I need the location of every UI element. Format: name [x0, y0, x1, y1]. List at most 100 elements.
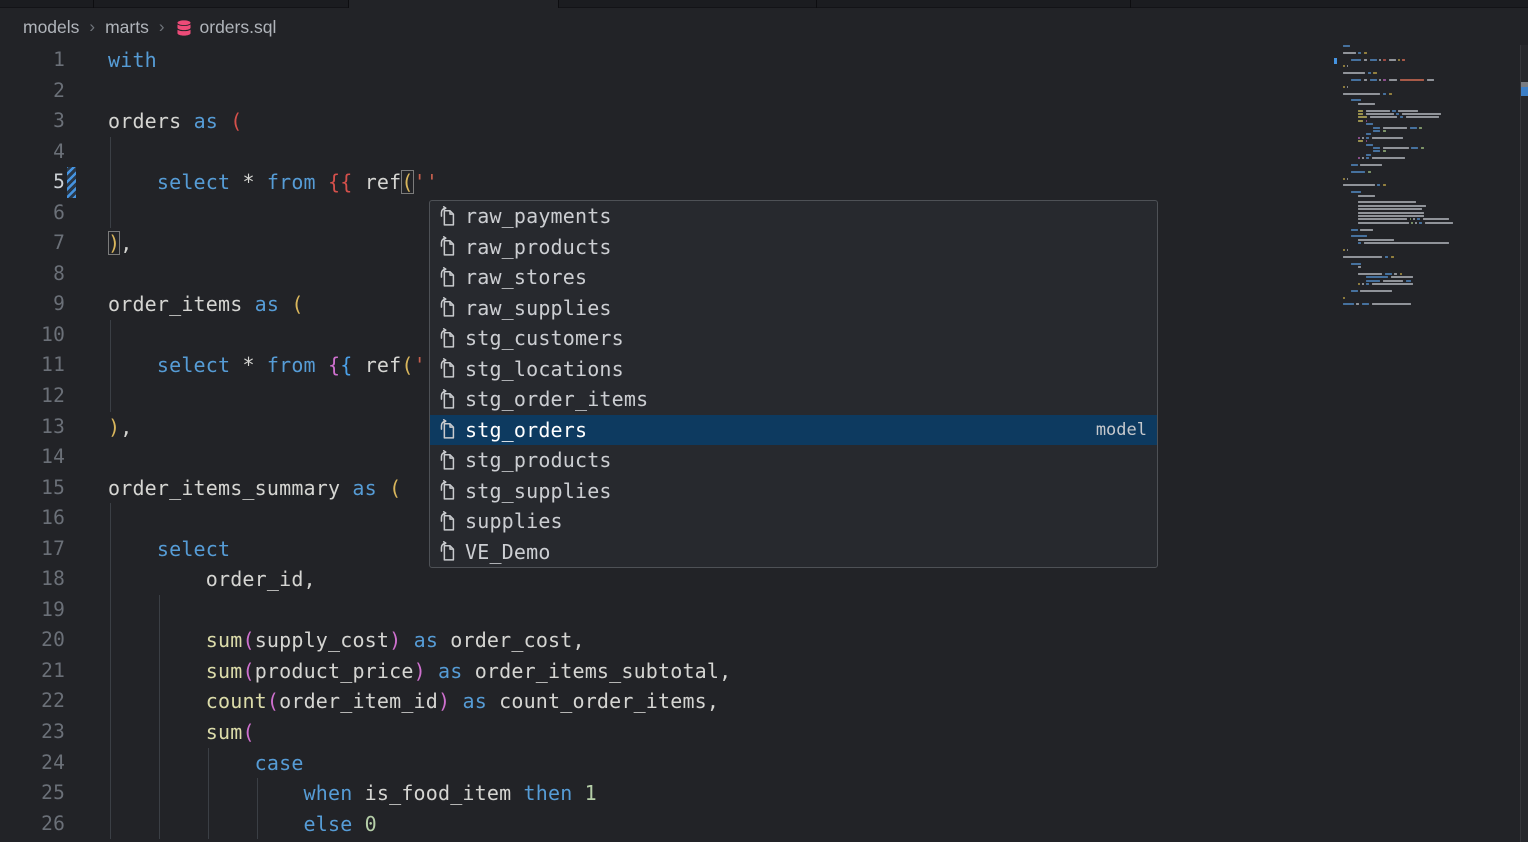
code-text[interactable]: when is_food_item then 1 [76, 778, 597, 809]
code-text[interactable] [76, 595, 108, 626]
minimap-stripe [1425, 222, 1453, 224]
breadcrumb-item-orders-sql[interactable]: orders.sql [200, 17, 277, 38]
code-text[interactable]: select * from {{ ref(' [76, 350, 426, 381]
line-number[interactable]: 11 [0, 350, 65, 381]
code-line-2[interactable]: 2 [0, 76, 1528, 107]
code-text[interactable] [76, 259, 108, 290]
model-ref-icon [437, 540, 459, 563]
suggest-item-raw_supplies[interactable]: raw_supplies [430, 293, 1157, 324]
code-text[interactable]: select * from {{ ref('' [76, 167, 438, 198]
code-line-3[interactable]: 3 orders as ( [0, 106, 1528, 137]
line-number[interactable]: 4 [0, 137, 65, 168]
line-number[interactable]: 20 [0, 625, 65, 656]
line-number[interactable]: 24 [0, 748, 65, 779]
code-text[interactable] [76, 137, 108, 168]
code-token: sum [206, 720, 243, 744]
line-number[interactable]: 25 [0, 778, 65, 809]
suggest-item-stg_products[interactable]: stg_products [430, 445, 1157, 476]
suggest-widget[interactable]: raw_payments raw_products raw_stores raw… [429, 200, 1158, 568]
tab-bar[interactable] [0, 0, 1528, 8]
minimap[interactable] [1330, 40, 1516, 320]
line-number[interactable]: 6 [0, 198, 65, 229]
suggest-item-stg_locations[interactable]: stg_locations [430, 354, 1157, 385]
line-number[interactable]: 9 [0, 289, 65, 320]
code-text[interactable]: order_items_summary as ( [76, 473, 401, 504]
line-number[interactable]: 2 [0, 76, 65, 107]
minimap-stripe [1368, 72, 1371, 74]
indent-guide [159, 595, 160, 626]
code-text[interactable]: order_items as ( [76, 289, 304, 320]
line-number[interactable]: 17 [0, 534, 65, 565]
code-token: as [462, 689, 486, 713]
scrollbar-track[interactable] [1521, 45, 1528, 842]
suggest-item-stg_customers[interactable]: stg_customers [430, 323, 1157, 354]
line-number[interactable]: 16 [0, 503, 65, 534]
code-line-22[interactable]: 22 count(order_item_id) as count_order_i… [0, 686, 1528, 717]
suggest-item-raw_products[interactable]: raw_products [430, 232, 1157, 263]
line-number[interactable]: 26 [0, 809, 65, 840]
suggest-item-VE_Demo[interactable]: VE_Demo [430, 537, 1157, 568]
code-line-24[interactable]: 24 case [0, 748, 1528, 779]
suggest-item-raw_stores[interactable]: raw_stores [430, 262, 1157, 293]
suggest-item-stg_orders[interactable]: stg_ordersmodel [430, 415, 1157, 446]
code-text[interactable]: select [76, 534, 230, 565]
line-number[interactable]: 22 [0, 686, 65, 717]
code-text[interactable]: orders as ( [76, 106, 242, 137]
gutter-spacer [67, 656, 76, 687]
code-text[interactable]: count(order_item_id) as count_order_item… [76, 686, 719, 717]
code-token: product_price [255, 659, 414, 683]
line-number[interactable]: 19 [0, 595, 65, 626]
code-text[interactable]: ), [76, 412, 132, 443]
line-number[interactable]: 7 [0, 228, 65, 259]
suggest-item-raw_payments[interactable]: raw_payments [430, 201, 1157, 232]
code-line-21[interactable]: 21 sum(product_price) as order_items_sub… [0, 656, 1528, 687]
code-token: * [230, 170, 267, 194]
overview-ruler-modified-mark [1521, 87, 1528, 96]
line-number[interactable]: 18 [0, 564, 65, 595]
line-number[interactable]: 15 [0, 473, 65, 504]
line-number[interactable]: 5 [0, 167, 65, 198]
code-text[interactable]: order_id, [76, 564, 316, 595]
suggest-item-stg_order_items[interactable]: stg_order_items [430, 384, 1157, 415]
code-text[interactable]: sum(product_price) as order_items_subtot… [76, 656, 731, 687]
line-number[interactable]: 23 [0, 717, 65, 748]
code-token: count_order_items, [487, 689, 719, 713]
code-text[interactable] [76, 381, 108, 412]
code-line-18[interactable]: 18 order_id, [0, 564, 1528, 595]
minimap-stripe [1358, 283, 1360, 285]
code-line-25[interactable]: 25 when is_food_item then 1 [0, 778, 1528, 809]
code-text[interactable]: ), [76, 228, 132, 259]
code-text[interactable] [76, 76, 108, 107]
line-number[interactable]: 3 [0, 106, 65, 137]
code-text[interactable] [76, 320, 108, 351]
code-line-26[interactable]: 26 else 0 [0, 809, 1528, 840]
code-line-19[interactable]: 19 [0, 595, 1528, 626]
code-text[interactable]: sum( [76, 717, 255, 748]
breadcrumb-item-models[interactable]: models [23, 17, 79, 38]
line-number[interactable]: 1 [0, 45, 65, 76]
line-number[interactable]: 14 [0, 442, 65, 473]
line-number[interactable]: 12 [0, 381, 65, 412]
code-text[interactable] [76, 503, 108, 534]
code-text[interactable] [76, 442, 108, 473]
line-number[interactable]: 10 [0, 320, 65, 351]
code-line-20[interactable]: 20 sum(supply_cost) as order_cost, [0, 625, 1528, 656]
code-line-1[interactable]: 1 with [0, 45, 1528, 76]
tab-active-orders-sql[interactable] [348, 0, 558, 8]
code-text[interactable]: with [76, 45, 157, 76]
code-text[interactable] [76, 198, 108, 229]
line-number[interactable]: 21 [0, 656, 65, 687]
minimap-stripe [1358, 140, 1363, 142]
code-text[interactable]: sum(supply_cost) as order_cost, [76, 625, 585, 656]
code-line-5[interactable]: 5 select * from {{ ref('' [0, 167, 1528, 198]
code-line-23[interactable]: 23 sum( [0, 717, 1528, 748]
breadcrumb-item-marts[interactable]: marts [105, 17, 149, 38]
code-text[interactable]: else 0 [76, 809, 377, 840]
line-number[interactable]: 13 [0, 412, 65, 443]
suggest-item-stg_supplies[interactable]: stg_supplies [430, 476, 1157, 507]
indent-guide [159, 625, 160, 656]
code-line-4[interactable]: 4 [0, 137, 1528, 168]
suggest-item-supplies[interactable]: supplies [430, 506, 1157, 537]
minimap-stripe [1351, 290, 1358, 292]
line-number[interactable]: 8 [0, 259, 65, 290]
